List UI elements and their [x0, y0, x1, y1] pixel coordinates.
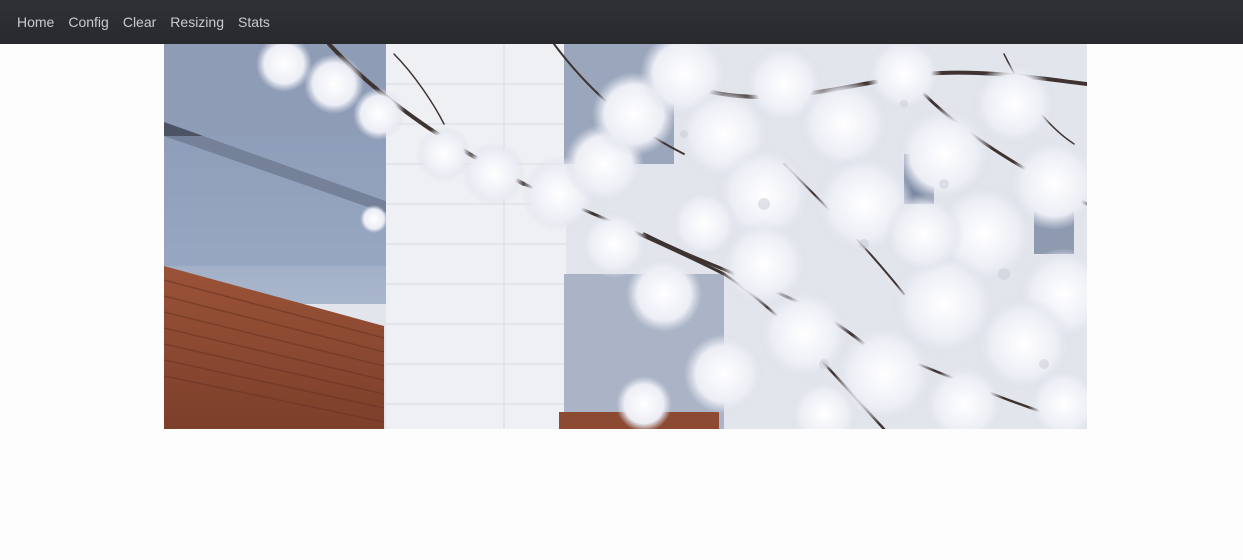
nav-clear[interactable]: Clear — [116, 0, 163, 44]
cherry-blossom-photo — [164, 44, 1087, 429]
top-navbar: Home Config Clear Resizing Stats — [0, 0, 1243, 44]
nav-resizing[interactable]: Resizing — [163, 0, 231, 44]
nav-stats[interactable]: Stats — [231, 0, 277, 44]
nav-config[interactable]: Config — [61, 0, 115, 44]
nav-home[interactable]: Home — [10, 0, 61, 44]
